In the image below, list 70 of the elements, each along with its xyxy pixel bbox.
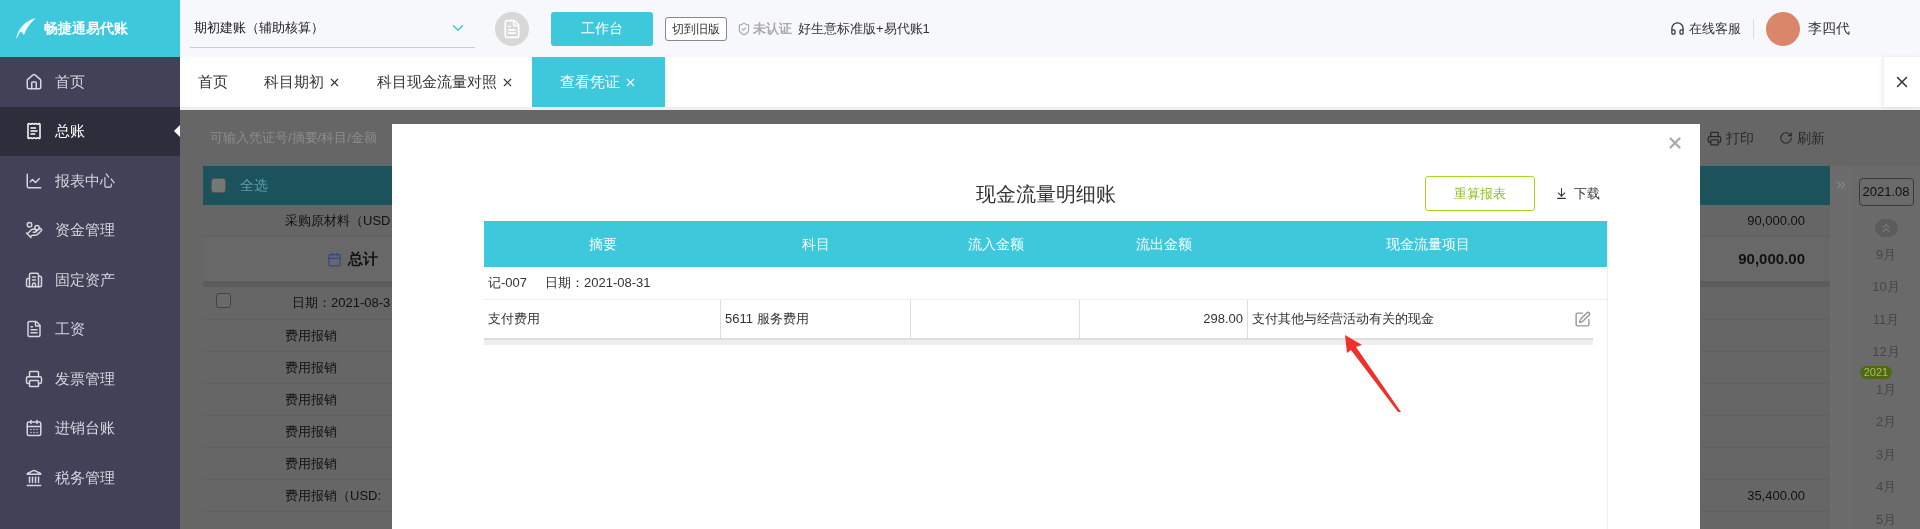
- sidebar-item[interactable]: 发票管理: [0, 354, 180, 404]
- avatar[interactable]: [1766, 11, 1800, 46]
- dialog-title: 现金流量明细账: [976, 181, 1116, 207]
- sidebar-item[interactable]: 税务管理: [0, 453, 180, 503]
- summary-cell-text: 费用报销: [285, 326, 337, 345]
- edit-icon[interactable]: [1574, 310, 1591, 328]
- summary-cell-text: 费用报销: [285, 422, 337, 441]
- total-label: 总计: [348, 248, 378, 269]
- summary-cell-text: 费用报销: [285, 390, 337, 409]
- sidebar-item[interactable]: 资金管理: [0, 205, 180, 255]
- scroll-up-button[interactable]: [1874, 218, 1898, 237]
- document-icon[interactable]: [495, 11, 529, 46]
- table-cell: 298.00: [1080, 300, 1248, 338]
- year-badge: 2021: [1859, 365, 1893, 379]
- summary-cell-text: 费用报销: [285, 358, 337, 377]
- column-header: 流出金额: [1135, 234, 1193, 254]
- calendar-icon: [327, 251, 342, 267]
- line-chart-icon: [25, 171, 43, 190]
- summary-cell-text: 费用报销: [285, 454, 337, 473]
- document-icon: [25, 320, 43, 339]
- table-cell: 5611 服务费用: [721, 300, 911, 338]
- download-icon: [1555, 187, 1568, 200]
- sidebar-item[interactable]: 进销台账: [0, 403, 180, 453]
- download-link[interactable]: 下载: [1574, 183, 1600, 204]
- receipt-icon: [25, 122, 43, 141]
- coins-icon: [25, 221, 43, 240]
- sidebar-item[interactable]: 固定资产: [0, 255, 180, 305]
- headset-icon: [1670, 21, 1685, 36]
- close-button[interactable]: [1666, 134, 1684, 152]
- tab[interactable]: 首页: [180, 57, 246, 107]
- checkbox[interactable]: [211, 178, 226, 193]
- user-name: 李四代: [1808, 19, 1850, 38]
- shield-icon: [737, 21, 751, 36]
- checkbox[interactable]: [216, 293, 231, 308]
- column-header: 流入金额: [966, 234, 1025, 254]
- printer-icon: [1707, 130, 1722, 146]
- printer-icon: [25, 369, 43, 388]
- cert-status: 未认证: [753, 19, 792, 38]
- tab[interactable]: 科目期初: [246, 57, 359, 107]
- period-button[interactable]: 2021.08: [1858, 178, 1914, 206]
- date-label: 日期：2021-08-3: [292, 294, 391, 313]
- sidebar-item[interactable]: 总账: [0, 106, 180, 156]
- house-icon: [25, 72, 43, 91]
- column-header: 科目: [801, 234, 831, 254]
- table-cell-text: 支付其他与经营活动有关的现金: [1252, 310, 1434, 329]
- voucher-number: 记-007: [488, 274, 528, 293]
- sidebar-item[interactable]: 首页: [0, 57, 180, 107]
- calendar-icon: [25, 419, 43, 438]
- column-header: 摘要: [587, 234, 618, 254]
- scrollbar[interactable]: [484, 340, 1593, 345]
- account-select[interactable]: 期初建账（辅助核算）: [190, 9, 475, 48]
- old-version-button[interactable]: 切到旧版: [665, 16, 727, 41]
- edition-label: 好生意标准版+易代账1: [798, 19, 930, 38]
- amount-cell-text: 35,400.00: [1747, 486, 1805, 505]
- amount-cell-text: 90,000.00: [1747, 211, 1805, 230]
- bank-icon: [25, 468, 43, 487]
- summary-cell-text: 费用报销（USD:: [285, 486, 382, 505]
- refresh-icon: [1779, 131, 1793, 145]
- sidebar-item[interactable]: 工资: [0, 304, 180, 354]
- voucher-date: 日期：2021-08-31: [545, 274, 651, 293]
- column-header: 现金流量项目: [1384, 234, 1471, 254]
- tab[interactable]: 科目现金流量对照: [359, 57, 532, 107]
- logo: 畅捷通易代账: [0, 0, 180, 57]
- summary-cell-text: 采购原材料（USD: [285, 211, 391, 230]
- sidebar-item[interactable]: 报表中心: [0, 156, 180, 206]
- double-chevron-icon[interactable]: [1834, 178, 1848, 192]
- table-cell: 支付费用: [484, 300, 721, 338]
- support-link[interactable]: 在线客服: [1689, 18, 1741, 39]
- total-amount: 90,000.00: [1738, 248, 1805, 269]
- building-icon: [25, 270, 43, 289]
